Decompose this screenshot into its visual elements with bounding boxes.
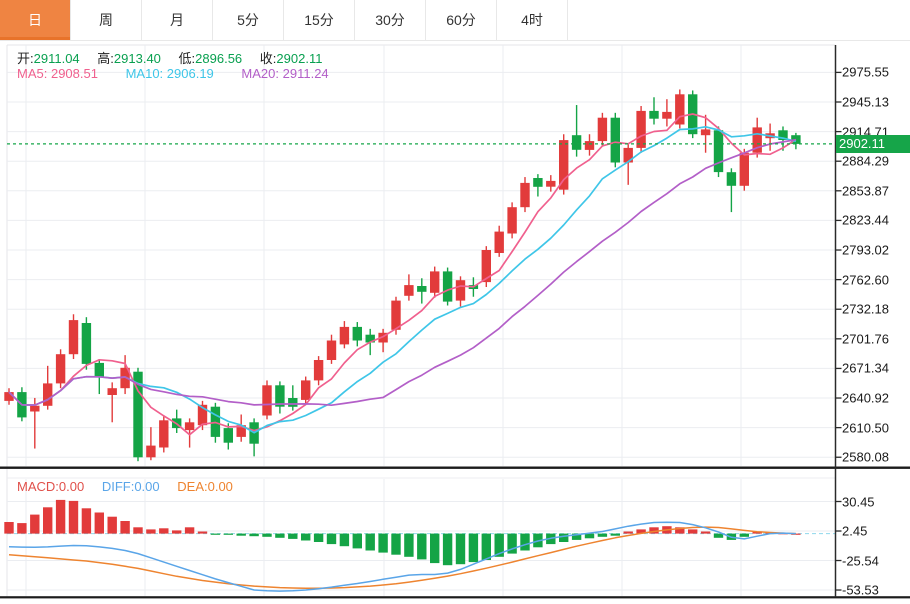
tab-60min[interactable]: 60分 (426, 0, 497, 40)
tab-15min[interactable]: 15分 (284, 0, 355, 40)
price-tick-label: 2732.18 (842, 302, 889, 317)
candlestick-chart-canvas[interactable] (0, 0, 910, 604)
macd-tick-label: -53.53 (842, 583, 879, 598)
low-value: 2896.56 (195, 51, 242, 66)
price-tick-label: 2975.55 (842, 65, 889, 80)
ma20-label: MA20: (241, 66, 279, 81)
tab-day[interactable]: 日 (0, 0, 71, 40)
tab-30min[interactable]: 30分 (355, 0, 426, 40)
tab-week[interactable]: 周 (71, 0, 142, 40)
price-tick-label: 2671.34 (842, 361, 889, 376)
price-tick-label: 2853.87 (842, 183, 889, 198)
interval-tabbar: 日周月5分15分30分60分4时 (0, 0, 910, 41)
high-label: 高: (97, 51, 114, 66)
open-label: 开: (17, 51, 34, 66)
dea-value: 0.00 (208, 479, 233, 494)
ma5-value: 2908.51 (51, 66, 98, 81)
open-value: 2911.04 (34, 51, 80, 66)
price-tick-label: 2793.02 (842, 243, 889, 258)
price-tick-label: 2823.44 (842, 213, 889, 228)
low-label: 低: (179, 51, 196, 66)
diff-value: 0.00 (134, 479, 159, 494)
current-price-tag: 2902.11 (836, 135, 910, 153)
tab-5min[interactable]: 5分 (213, 0, 284, 40)
macd-label: MACD: (17, 479, 59, 494)
dea-label: DEA: (177, 479, 207, 494)
price-tick-label: 2945.13 (842, 95, 889, 110)
ma20-value: 2911.24 (283, 66, 329, 81)
price-tick-label: 2640.92 (842, 391, 889, 406)
tab-4hour[interactable]: 4时 (497, 0, 568, 40)
macd-legend: MACD:0.00 DIFF:0.00 DEA:0.00 (17, 479, 247, 494)
price-tick-label: 2610.50 (842, 420, 889, 435)
ma10-label: MA10: (126, 66, 164, 81)
ma5-label: MA5: (17, 66, 47, 81)
macd-tick-label: -25.54 (842, 553, 879, 568)
price-tick-label: 2580.08 (842, 450, 889, 465)
tab-month[interactable]: 月 (142, 0, 213, 40)
macd-tick-label: 30.45 (842, 494, 875, 509)
price-tick-label: 2884.29 (842, 154, 889, 169)
macd-value: 0.00 (59, 479, 84, 494)
trading-app: 日周月5分15分30分60分4时 开:2911.04 高:2913.40 低:2… (0, 0, 910, 604)
ma-legend: MA5: 2908.51 MA10: 2906.19 MA20: 2911.24 (17, 66, 353, 81)
price-tick-label: 2762.60 (842, 272, 889, 287)
high-value: 2913.40 (114, 51, 161, 66)
close-value: 2902.11 (276, 51, 322, 66)
ma10-value: 2906.19 (167, 66, 214, 81)
price-tick-label: 2701.76 (842, 331, 889, 346)
close-label: 收: (260, 51, 277, 66)
macd-tick-label: 2.45 (842, 524, 867, 539)
ohlc-legend: 开:2911.04 高:2913.40 低:2896.56 收:2902.11 (17, 48, 336, 67)
diff-label: DIFF: (102, 479, 135, 494)
